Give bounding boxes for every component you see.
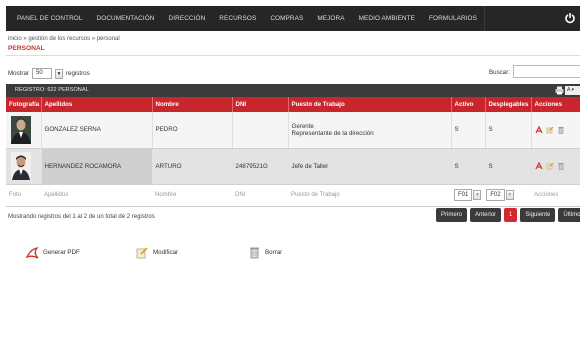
- delete-label: Borrar: [265, 249, 283, 256]
- cell-nombre: ARTURO: [152, 148, 233, 185]
- header-dni[interactable]: DNI: [232, 97, 289, 112]
- filter-puesto[interactable]: Puesto de Trabajo: [288, 183, 451, 207]
- last-page-button[interactable]: Último: [558, 208, 580, 222]
- cell-nombre: PEDRO: [152, 112, 233, 149]
- top-navigation: PANEL DE CONTROL DOCUMENTACIÓN DIRECCIÓN…: [6, 6, 580, 31]
- nav-mejora[interactable]: MEJORA: [310, 6, 351, 31]
- edit-icon[interactable]: [546, 126, 554, 134]
- nav-recursos[interactable]: RECURSOS: [212, 6, 263, 31]
- cell-desplegables: S: [485, 112, 532, 149]
- registry-label: REGISTRO: 622 PERSONAL: [15, 87, 89, 93]
- cell-puesto: Jefe de Taller: [288, 148, 452, 185]
- print-icon[interactable]: [555, 86, 564, 95]
- show-label: Mostrar: [8, 70, 29, 77]
- previous-page-button[interactable]: Anterior: [470, 208, 502, 222]
- next-page-button[interactable]: Siguiente: [520, 208, 556, 222]
- person-photo: [11, 115, 31, 144]
- puesto-line-1: Jefe de Taller: [291, 162, 329, 170]
- filter-f02[interactable]: F02 ▼: [486, 189, 514, 201]
- breadcrumb: inicio » gestión de los recursos » perso…: [8, 36, 120, 42]
- title-divider: [6, 55, 580, 56]
- records-info: Mostrando registros del 1 al 2 de un tot…: [8, 214, 155, 220]
- page-size-control: Mostrar 50 ▼ registros: [8, 68, 90, 79]
- modify-button[interactable]: Modificar: [136, 246, 178, 259]
- person-photo: [11, 152, 31, 180]
- page-title: PERSONAL: [8, 45, 45, 52]
- cell-dni: [232, 112, 289, 149]
- header-fotografia[interactable]: Fotografía: [6, 97, 42, 112]
- pdf-icon[interactable]: [534, 162, 543, 170]
- photo-cell: [6, 148, 42, 185]
- chevron-down-icon[interactable]: ▼: [473, 190, 482, 200]
- edit-icon[interactable]: [546, 162, 554, 170]
- first-page-button[interactable]: Primero: [436, 208, 468, 222]
- search-label: Buscar:: [489, 69, 510, 76]
- page-size-select[interactable]: 50: [31, 68, 52, 79]
- power-icon[interactable]: [564, 12, 576, 24]
- puesto-line-2: Representante de la dirección: [291, 129, 374, 137]
- columns-button-label: A: [567, 87, 571, 93]
- current-page-button[interactable]: 1: [504, 208, 518, 222]
- pdf-icon[interactable]: [534, 125, 543, 134]
- search-input[interactable]: [513, 65, 580, 78]
- header-acciones: Acciones: [531, 97, 580, 112]
- filter-row: Foto Apellidos Nombre DNI Puesto de Trab…: [6, 183, 580, 207]
- filter-foto[interactable]: Foto: [6, 183, 41, 207]
- filter-f01[interactable]: F01 ▼: [454, 189, 482, 201]
- table-header-row: Fotografía Apellidos Nombre DNI Puesto d…: [6, 97, 580, 112]
- personnel-table: Fotografía Apellidos Nombre DNI Puesto d…: [6, 97, 580, 207]
- delete-icon[interactable]: [557, 162, 565, 170]
- header-activo[interactable]: Activo: [451, 97, 486, 112]
- registry-bar: REGISTRO: 622 PERSONAL A ▾: [6, 84, 580, 97]
- nav-medio-ambiente[interactable]: MEDIO AMBIENTE: [352, 6, 422, 31]
- nav-documentacion[interactable]: DOCUMENTACIÓN: [90, 6, 162, 31]
- puesto-line-1: Gerente: [291, 122, 314, 130]
- header-apellidos[interactable]: Apellidos: [41, 97, 153, 112]
- nav-compras[interactable]: COMPRAS: [263, 6, 310, 31]
- generate-pdf-label: Generar PDF: [43, 249, 80, 256]
- photo-cell: [6, 112, 42, 149]
- delete-icon[interactable]: [557, 126, 565, 134]
- trash-icon: [250, 247, 259, 259]
- generate-pdf-button[interactable]: Generar PDF: [26, 246, 80, 259]
- cell-activo: S: [451, 112, 486, 149]
- pdf-icon: [26, 247, 39, 259]
- chevron-down-icon[interactable]: ▼: [505, 190, 514, 200]
- table-row[interactable]: HERNANDEZ ROCAMORA ARTURO 24879521G Jefe…: [6, 148, 580, 185]
- cell-apellidos: HERNANDEZ ROCAMORA: [41, 148, 153, 185]
- filter-acciones: Acciones: [531, 183, 580, 207]
- nav-formularios[interactable]: FORMULARIOS: [422, 6, 485, 31]
- f01-value: F01: [454, 189, 473, 201]
- columns-toggle-button[interactable]: A ▾: [565, 86, 580, 95]
- filter-dni[interactable]: DNI: [232, 183, 288, 207]
- filter-dropdowns: F01 ▼ F02 ▼: [451, 183, 531, 207]
- header-puesto[interactable]: Puesto de Trabajo: [288, 97, 452, 112]
- pagination: Primero Anterior 1 Siguiente Último: [436, 208, 580, 222]
- cell-acciones: [531, 112, 580, 149]
- delete-button[interactable]: Borrar: [248, 246, 282, 259]
- cell-apellidos: GONZALEZ SERNA: [41, 112, 153, 149]
- table-row[interactable]: GONZALEZ SERNA PEDRO Gerente Representan…: [6, 112, 580, 149]
- chevron-down-icon[interactable]: ▼: [54, 68, 63, 79]
- header-desplegables[interactable]: Desplegables: [485, 97, 532, 112]
- nav-panel-control[interactable]: PANEL DE CONTROL: [6, 6, 90, 31]
- nav-direccion[interactable]: DIRECCIÓN: [162, 6, 213, 31]
- header-nombre[interactable]: Nombre: [152, 97, 233, 112]
- filter-apellidos[interactable]: Apellidos: [41, 183, 152, 207]
- cell-desplegables: S: [485, 148, 532, 185]
- filter-nombre[interactable]: Nombre: [152, 183, 232, 207]
- f02-value: F02: [486, 189, 505, 201]
- cell-puesto: Gerente Representante de la dirección: [288, 112, 452, 149]
- bottom-actions: Generar PDF Modificar Borrar: [26, 246, 326, 260]
- modify-label: Modificar: [153, 249, 179, 256]
- page-size-value: 50: [35, 70, 43, 76]
- cell-dni: 24879521G: [232, 148, 289, 185]
- cell-activo: S: [451, 148, 486, 185]
- edit-icon: [136, 247, 148, 259]
- cell-acciones: [531, 148, 580, 185]
- records-label: registros: [65, 70, 90, 77]
